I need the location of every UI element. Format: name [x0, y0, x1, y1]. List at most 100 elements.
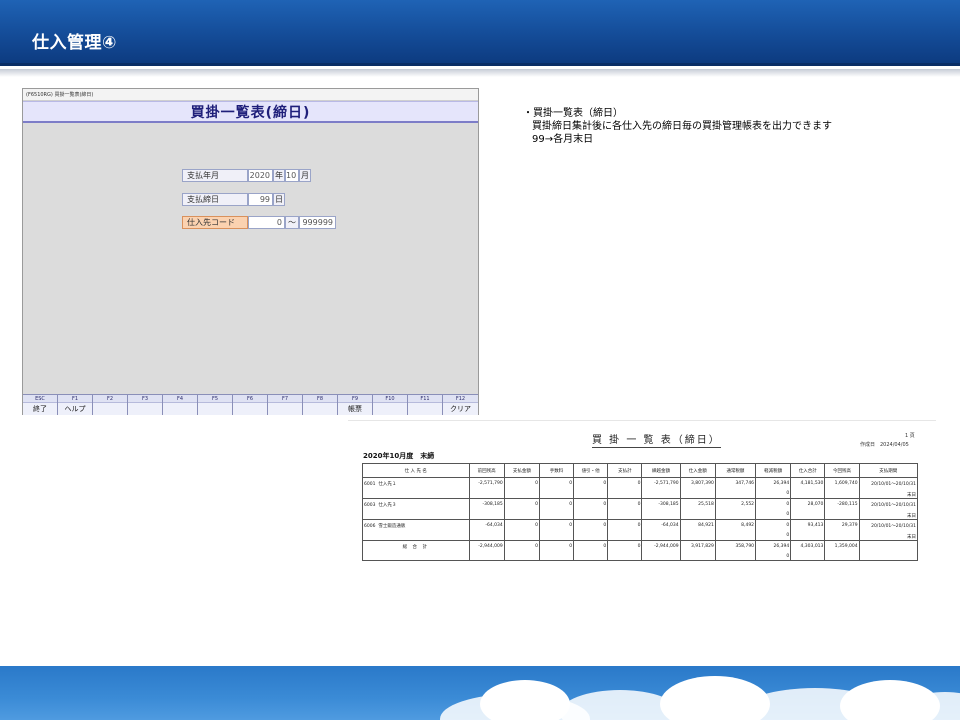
grand-total-row: 総 合 計 -2,944,009 0 0 0 0 -2,944,009 3,91…	[362, 540, 919, 561]
cell-fee: 0	[538, 519, 575, 541]
reduced-value: 0	[786, 523, 790, 528]
fkey-f6[interactable]: F6	[233, 395, 268, 415]
fkey-name: ESC	[23, 395, 57, 403]
cell-total: 4,181,530	[790, 477, 826, 499]
fkey-f8[interactable]: F8	[303, 395, 338, 415]
fkey-label	[198, 403, 232, 415]
cell-purchase: 3,807,390	[679, 477, 716, 499]
supplier-name: 仕入先１	[378, 482, 397, 487]
col-header: 仕 入 先 名	[362, 463, 470, 478]
pay-close-day-unit: 日	[273, 193, 285, 206]
supplier-cell: 6001 仕入先１	[362, 477, 470, 499]
cell-tax: 358,790	[714, 540, 757, 561]
fkey-f3[interactable]: F3	[128, 395, 163, 415]
slide-title-bar: 仕入管理④	[0, 0, 960, 66]
supplier-code-from-input[interactable]: 0	[248, 216, 285, 229]
cell-total: 4,303,013	[790, 540, 826, 561]
cell-total: 93,413	[790, 519, 826, 541]
fkey-label	[163, 403, 197, 415]
report-page: 1 頁	[905, 433, 915, 439]
pay-year-input[interactable]: 2020	[248, 169, 273, 182]
fkey-esc[interactable]: ESC 終了	[23, 395, 58, 415]
fkey-name: F9	[338, 395, 372, 403]
fkey-name: F7	[268, 395, 302, 403]
reduced-value: 26,394	[773, 544, 790, 549]
fkey-f7[interactable]: F7	[268, 395, 303, 415]
fkey-label	[408, 403, 442, 415]
cell-disc: 0	[573, 498, 609, 520]
col-header: 仕入合計	[790, 463, 826, 478]
col-header: 軽減税額	[755, 463, 792, 478]
col-header: 手数料	[538, 463, 575, 478]
cell-reduced: 26,394 0	[755, 477, 792, 499]
col-header: 値引・他	[573, 463, 609, 478]
cell-paytotal: 0	[607, 540, 643, 561]
supplier-cell: 6003 仕入先３	[362, 498, 470, 520]
pay-year-unit: 年	[273, 169, 285, 182]
cell-fee: 0	[538, 540, 575, 561]
range-sub-value: 末日	[907, 535, 916, 540]
pay-close-day-input[interactable]: 99	[248, 193, 273, 206]
report-header-row: 仕 入 先 名 前回残高 支払金額 手数料 値引・他 支払計 繰越金額 仕入金額…	[362, 463, 919, 478]
report-preview: 買 掛 一 覧 表（締日） 1 頁 作成日 2024/04/05 2020年10…	[348, 421, 936, 566]
cell-carry: -2,944,009	[641, 540, 681, 561]
fkey-label	[233, 403, 267, 415]
fkey-f4[interactable]: F4	[163, 395, 198, 415]
col-header: 支払計	[607, 463, 643, 478]
fkey-f5[interactable]: F5	[198, 395, 233, 415]
range-value: 20/10/01～20/10/31	[871, 503, 916, 508]
description-line-1: ・買掛一覧表（締日）	[523, 108, 623, 119]
fkey-name: F11	[408, 395, 442, 403]
supplier-code-to-input[interactable]: 999999	[299, 216, 336, 229]
cell-balance: -280,115	[824, 498, 860, 520]
pay-month-input[interactable]: 10	[285, 169, 299, 182]
cell-pay: 0	[503, 477, 540, 499]
pay-close-day-label: 支払締日	[182, 193, 248, 206]
fkey-f10[interactable]: F10	[373, 395, 408, 415]
reduced-value: 26,394	[773, 481, 790, 486]
fkey-label	[93, 403, 127, 415]
supplier-code: 6003	[364, 503, 376, 508]
fkey-name: F8	[303, 395, 337, 403]
cell-prev: -2,944,009	[468, 540, 505, 561]
grand-total-label: 総 合 計	[362, 540, 470, 561]
cell-paytotal: 0	[607, 498, 643, 520]
fkey-name: F12	[443, 395, 478, 403]
fkey-f2[interactable]: F2	[93, 395, 128, 415]
report-period: 2020年10月度 末締	[363, 452, 435, 460]
col-header: 仕入金額	[679, 463, 716, 478]
cell-tax: 8,492	[714, 519, 757, 541]
cell-reduced: 26,394 0	[755, 540, 792, 561]
reduced-value: 0	[786, 502, 790, 507]
supplier-name: 仕入先３	[378, 503, 397, 508]
cell-prev: -2,571,790	[468, 477, 505, 499]
fkey-name: F5	[198, 395, 232, 403]
supplier-cell: 6006 雪士鍛造通販	[362, 519, 470, 541]
col-header: 繰越金額	[641, 463, 681, 478]
sky-footer	[0, 666, 960, 720]
description: ・買掛一覧表（締日） 買掛締日集計後に各仕入先の締日毎の買掛管理帳表を出力できま…	[523, 107, 832, 146]
range-sub-value: 末日	[907, 493, 916, 498]
range-value: 20/10/01～20/10/31	[871, 482, 916, 487]
fkey-f1[interactable]: F1 ヘルプ	[58, 395, 93, 415]
window-caption: (F6510RG) 買掛一覧表(締日)	[23, 89, 478, 101]
fkey-label	[373, 403, 407, 415]
fkey-f11[interactable]: F11	[408, 395, 443, 415]
reduced-sub-value: 0	[786, 491, 790, 496]
cell-range: 20/10/01～20/10/31 末日	[858, 477, 919, 499]
fkey-label	[128, 403, 162, 415]
reduced-sub-value: 0	[786, 533, 790, 538]
description-line-3: 99→各月末日	[532, 134, 594, 145]
screen-header: 買掛一覧表(締日)	[23, 101, 478, 123]
cell-carry: -2,571,790	[641, 477, 681, 499]
cell-tax: 2,552	[714, 498, 757, 520]
cell-range: 20/10/01～20/10/31 末日	[858, 519, 919, 541]
cell-paytotal: 0	[607, 477, 643, 499]
function-key-bar: ESC 終了 F1 ヘルプ F2 F3 F4 F5 F6 F7 F8 F9 帳票 F1…	[23, 394, 478, 415]
cell-disc: 0	[573, 519, 609, 541]
fkey-f9[interactable]: F9 帳票	[338, 395, 373, 415]
fkey-f12[interactable]: F12 クリア	[443, 395, 478, 415]
cell-total: 28,070	[790, 498, 826, 520]
col-header: 今回残高	[824, 463, 860, 478]
table-row: 6001 仕入先１ -2,571,790 0 0 0 0 -2,571,790 …	[362, 477, 919, 499]
